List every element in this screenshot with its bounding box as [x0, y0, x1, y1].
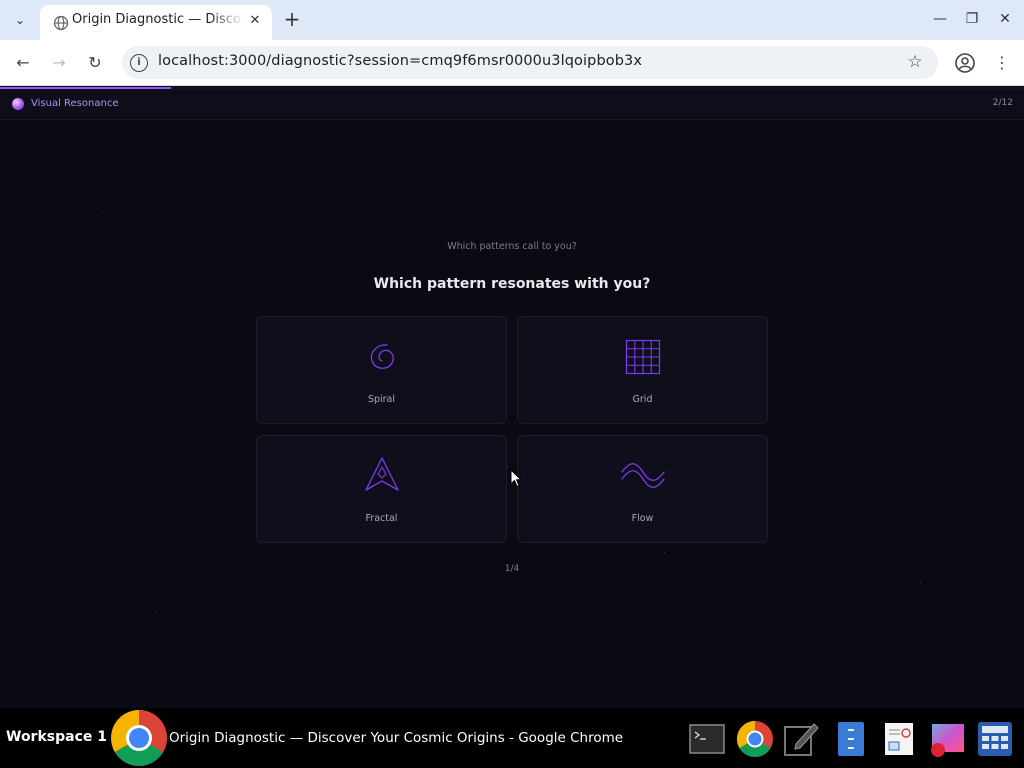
spiral-icon	[370, 344, 394, 369]
workspace-label[interactable]: Workspace 1	[6, 729, 107, 745]
pager-indicator: 1/4	[504, 564, 520, 574]
tab-title: Origin Diagnostic — Discover Your Cosmic…	[72, 12, 244, 27]
background-star	[920, 582, 921, 583]
fractal-icon	[365, 457, 399, 491]
background-star	[102, 211, 103, 212]
image-viewer-icon[interactable]	[928, 720, 966, 758]
minimize-icon[interactable]: —	[931, 10, 949, 28]
calculator-icon[interactable]	[976, 720, 1014, 758]
mouse-cursor-icon	[510, 469, 522, 488]
section-title: Visual Resonance	[31, 98, 119, 109]
tab-search-icon[interactable]: ⌄	[8, 9, 32, 31]
option-card-spiral[interactable]: Spiral	[256, 316, 507, 424]
diagnostic-page: Visual Resonance 2/12 Which patterns cal…	[0, 87, 1024, 708]
flow-icon	[621, 463, 665, 488]
text-editor-icon[interactable]	[782, 720, 820, 758]
active-window-title: Origin Diagnostic — Discover Your Cosmic…	[169, 730, 624, 746]
question-title: Which pattern resonates with you?	[373, 276, 651, 292]
bookmark-star-icon[interactable]: ☆	[904, 51, 926, 73]
step-counter: 2/12	[992, 98, 1013, 108]
option-label: Spiral	[367, 394, 396, 405]
site-info-icon[interactable]: i	[130, 54, 148, 72]
option-card-grid[interactable]: Grid	[517, 316, 768, 424]
chrome-icon[interactable]	[736, 720, 774, 758]
option-label: Grid	[632, 394, 653, 405]
browser-menu-icon[interactable]: ⋮	[994, 52, 1010, 74]
grid-icon	[625, 339, 661, 375]
profile-icon[interactable]	[954, 52, 976, 74]
background-star	[155, 612, 156, 613]
tab-close-icon[interactable]: ✕	[247, 13, 263, 29]
browser-tab-strip: ⌄ Origin Diagnostic — Discover Your Cosm…	[0, 0, 1024, 40]
reload-icon[interactable]: ↻	[84, 52, 106, 74]
back-icon[interactable]: ←	[12, 52, 34, 74]
document-viewer-icon[interactable]	[880, 720, 918, 758]
new-tab-button[interactable]: +	[282, 9, 302, 29]
background-star	[664, 552, 665, 553]
crystal-ball-icon	[12, 98, 24, 110]
restore-icon[interactable]: ❐	[963, 10, 981, 28]
file-manager-icon[interactable]	[832, 720, 870, 758]
browser-tab-active[interactable]: Origin Diagnostic — Discover Your Cosmic…	[40, 5, 272, 40]
address-bar[interactable]: i localhost:3000/diagnostic?session=cmq9…	[122, 46, 938, 79]
desktop-taskbar: Workspace 1 Origin Diagnostic — Discover…	[0, 708, 1024, 768]
option-label: Fractal	[365, 513, 398, 524]
terminal-icon[interactable]	[688, 720, 726, 758]
option-card-flow[interactable]: Flow	[517, 435, 768, 543]
option-card-fractal[interactable]: Fractal	[256, 435, 507, 543]
option-label: Flow	[631, 513, 654, 524]
url-text[interactable]: localhost:3000/diagnostic?session=cmq9f6…	[158, 53, 642, 69]
globe-icon	[53, 15, 69, 31]
app-header: Visual Resonance 2/12	[0, 89, 1024, 120]
background-star	[869, 180, 870, 181]
window-close-icon[interactable]: ✕	[996, 10, 1014, 28]
browser-toolbar: ← → ↻ i localhost:3000/diagnostic?sessio…	[0, 40, 1024, 86]
chrome-icon[interactable]	[110, 709, 168, 767]
question-subtitle: Which patterns call to you?	[447, 241, 577, 252]
forward-icon[interactable]: →	[48, 52, 70, 74]
